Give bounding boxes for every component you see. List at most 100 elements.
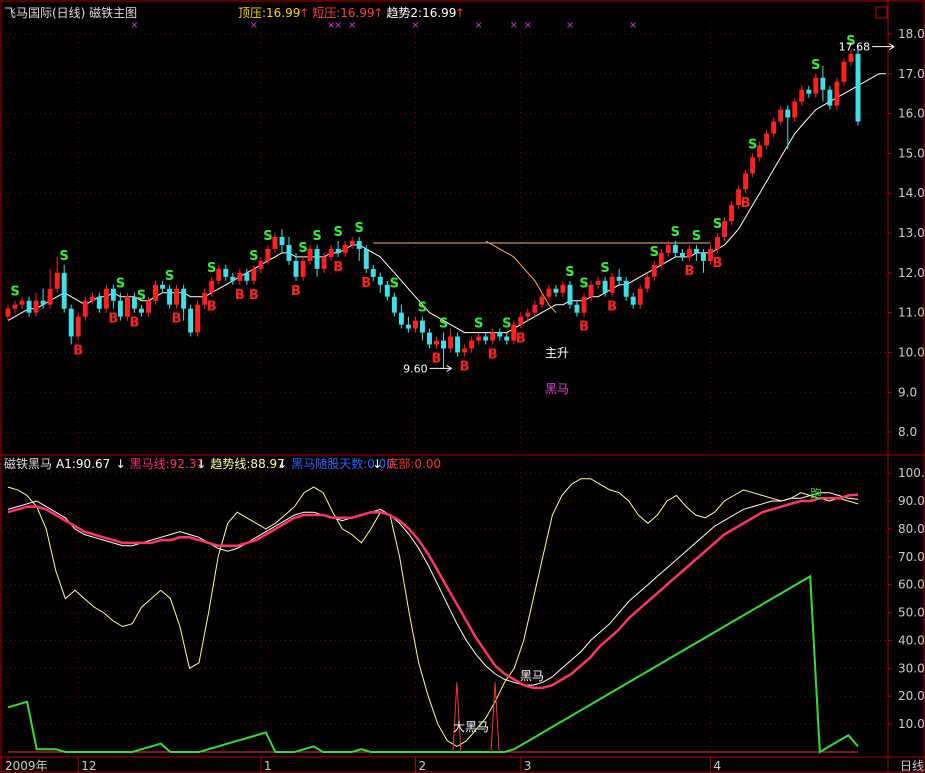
stock-chart[interactable]: SSSSSSSSSS S SSSS S SSSSSS SSSSSBB B BBB B BBBBBB… bbox=[0, 0, 925, 773]
sell-mark: S bbox=[333, 225, 342, 240]
candle-body bbox=[476, 336, 482, 341]
candle-body bbox=[47, 288, 53, 305]
buy-mark: B bbox=[172, 312, 182, 327]
main-tick-label: 10.0 bbox=[898, 345, 925, 359]
candle-body bbox=[623, 280, 629, 297]
cross-mark: × bbox=[348, 20, 356, 31]
candle-body bbox=[335, 248, 341, 253]
sell-mark: S bbox=[312, 229, 321, 244]
candle-body bbox=[637, 288, 643, 305]
candle-body bbox=[806, 89, 812, 94]
main-tick-label: 12.0 bbox=[898, 266, 925, 280]
candle-body bbox=[103, 288, 109, 309]
candle-body bbox=[630, 296, 636, 305]
main-tick-label: 15.0 bbox=[898, 146, 925, 160]
sell-mark: S bbox=[502, 317, 511, 332]
candle-body bbox=[370, 268, 376, 277]
dark-horse-sub-label: 黑马 bbox=[520, 669, 544, 683]
candle-body bbox=[153, 284, 158, 301]
candle-body bbox=[813, 77, 819, 94]
main-header-item: 趋势2:16.99 bbox=[386, 6, 456, 20]
sub-panel-lines: 黑马大黑马 跑 bbox=[7, 478, 859, 754]
candle-body bbox=[567, 284, 573, 305]
sell-mark: S bbox=[748, 137, 757, 152]
sub-tick-label: 90.0 bbox=[898, 494, 925, 508]
candle-body bbox=[750, 157, 756, 174]
main-y-axis: 18.0 17.0 16.0 15.0 14.0 13.0 12.0 11.0 10.0 9.0 8… bbox=[888, 27, 925, 439]
candle-body bbox=[265, 248, 271, 261]
candle-body bbox=[820, 77, 826, 90]
sell-mark: S bbox=[811, 58, 820, 73]
candle-body bbox=[293, 260, 299, 277]
cross-mark: × bbox=[411, 20, 419, 31]
dark-horse-label: 黑马 bbox=[545, 382, 569, 396]
buy-mark: B bbox=[207, 300, 217, 315]
sub-header-arrow: ↓ bbox=[196, 457, 206, 471]
sell-mark: S bbox=[439, 317, 448, 332]
sell-mark: S bbox=[10, 285, 19, 300]
candle-body bbox=[539, 296, 545, 305]
sub-panel-grid bbox=[0, 472, 888, 725]
candle-body bbox=[602, 280, 608, 293]
candle-body bbox=[532, 304, 538, 313]
candle-body bbox=[743, 173, 749, 190]
main-header-arrow: ↑ bbox=[299, 6, 309, 20]
candle-body bbox=[26, 300, 32, 313]
buy-mark: B bbox=[108, 312, 118, 327]
main-tick-label: 13.0 bbox=[898, 226, 925, 240]
x-tick-label: 3 bbox=[524, 759, 532, 773]
candle-body bbox=[609, 276, 615, 293]
cross-mark: × bbox=[524, 20, 532, 31]
candle-body bbox=[174, 288, 180, 305]
big-dark-horse-label: 大黑马 bbox=[453, 720, 489, 734]
main-tick-label: 8.0 bbox=[898, 425, 917, 439]
candle-body bbox=[434, 340, 439, 345]
sell-mark: S bbox=[650, 245, 659, 260]
main-tick-label: 17.0 bbox=[898, 67, 925, 81]
candle-body bbox=[223, 268, 229, 277]
candle-body bbox=[785, 109, 791, 118]
sell-mark: S bbox=[390, 277, 399, 292]
candle-body bbox=[490, 332, 496, 341]
candle-body bbox=[504, 336, 510, 341]
run-label: 跑 bbox=[810, 487, 822, 501]
candle-body bbox=[54, 272, 60, 289]
candle-body bbox=[700, 252, 706, 261]
candle-body bbox=[525, 312, 531, 317]
candle-body bbox=[40, 300, 46, 305]
main-tick-label: 14.0 bbox=[898, 186, 925, 200]
candle-body bbox=[307, 248, 313, 261]
candle-body bbox=[412, 320, 418, 329]
candle-body bbox=[272, 237, 278, 249]
candle-body bbox=[321, 256, 327, 269]
candle-body bbox=[391, 296, 397, 313]
candle-body bbox=[757, 145, 763, 158]
sell-mark: S bbox=[298, 241, 307, 256]
candle-body bbox=[658, 252, 664, 265]
sub-tick-label: 50.0 bbox=[898, 606, 925, 620]
buy-mark: B bbox=[235, 288, 245, 303]
candle-body bbox=[799, 89, 805, 102]
candle-body bbox=[834, 81, 840, 106]
candle-body bbox=[117, 300, 123, 317]
sell-mark: S bbox=[418, 301, 427, 316]
candle-body bbox=[792, 101, 798, 118]
candle-body bbox=[778, 109, 784, 122]
candle-body bbox=[124, 296, 130, 317]
period-label: 日线 bbox=[900, 759, 924, 773]
candle-body bbox=[258, 260, 264, 269]
candle-body bbox=[546, 288, 552, 297]
candle-body bbox=[139, 308, 144, 313]
buy-mark: B bbox=[607, 300, 617, 315]
candle-body bbox=[342, 244, 348, 253]
candle-body bbox=[237, 272, 243, 281]
candle-body bbox=[560, 284, 566, 293]
sell-mark: S bbox=[137, 289, 146, 304]
candle-body bbox=[349, 240, 355, 245]
sell-mark: S bbox=[249, 249, 258, 264]
main-tick-label: 9.0 bbox=[898, 385, 917, 399]
sub-tick-label: 30.0 bbox=[898, 661, 925, 675]
candle-body bbox=[33, 300, 39, 313]
sub-tick-label: 60.0 bbox=[898, 578, 925, 592]
candle-body bbox=[96, 296, 102, 309]
